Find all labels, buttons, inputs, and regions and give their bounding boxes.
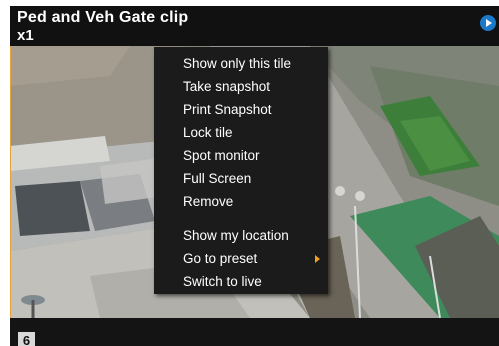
tile-header: Ped and Veh Gate clip x1 [10,6,499,46]
menu-item-switch-to-live[interactable]: Switch to live [154,270,328,293]
play-icon[interactable] [480,15,496,31]
menu-item-show-my-location[interactable]: Show my location [154,224,328,247]
menu-item-remove[interactable]: Remove [154,190,328,213]
submenu-arrow-icon [315,255,320,263]
tile-number-badge: 6 [18,332,35,346]
menu-item-spot-monitor[interactable]: Spot monitor [154,144,328,167]
menu-item-take-snapshot[interactable]: Take snapshot [154,75,328,98]
menu-separator [154,213,328,224]
menu-item-print-snapshot[interactable]: Print Snapshot [154,98,328,121]
menu-item-full-screen[interactable]: Full Screen [154,167,328,190]
menu-item-go-to-preset-label: Go to preset [183,251,258,266]
tile-title: Ped and Veh Gate clip [17,9,189,26]
tile-footer: 6 [10,318,499,346]
play-glyph [486,19,492,27]
menu-item-go-to-preset[interactable]: Go to preset [154,247,328,270]
menu-item-show-only-this-tile[interactable]: Show only this tile [154,52,328,75]
playback-speed: x1 [17,27,34,44]
context-menu: Show only this tile Take snapshot Print … [154,47,328,294]
menu-item-lock-tile[interactable]: Lock tile [154,121,328,144]
